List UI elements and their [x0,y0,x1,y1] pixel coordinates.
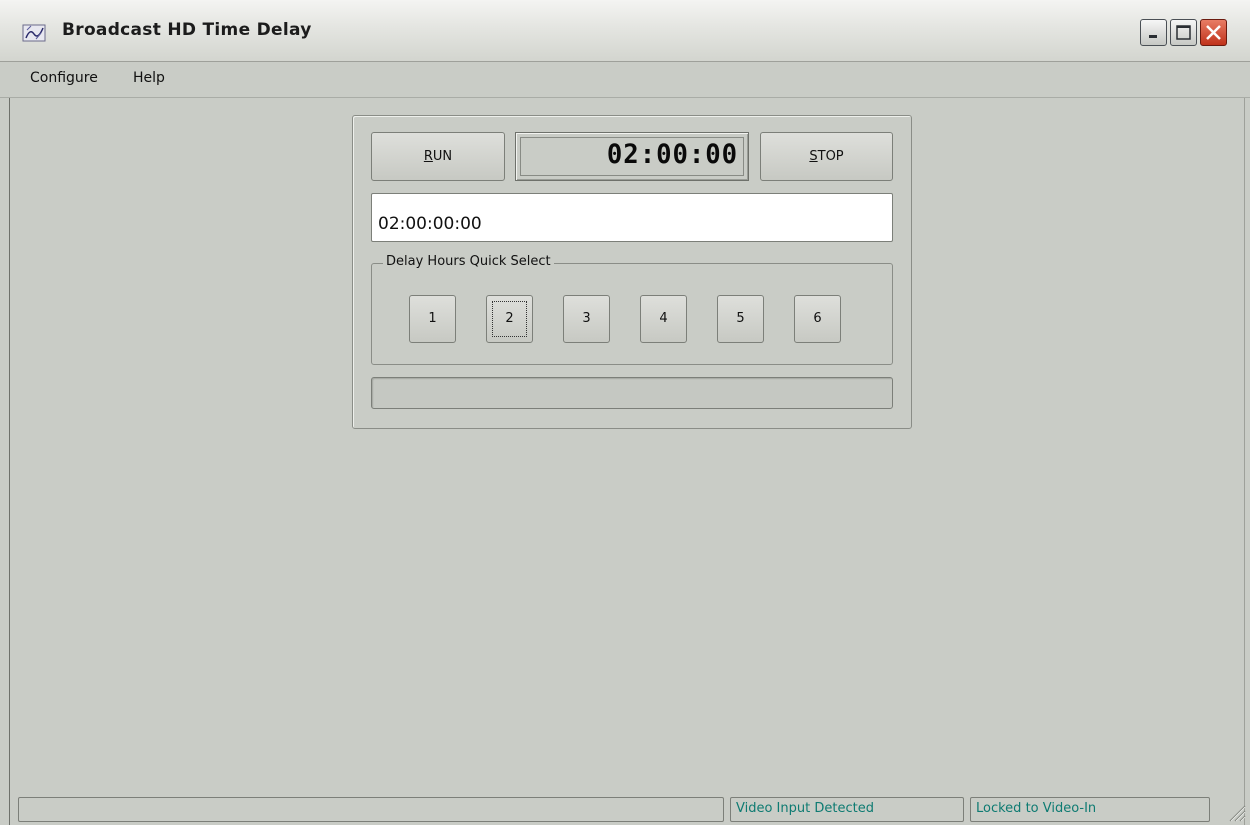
quick-select-4-button[interactable]: 4 [640,295,687,343]
close-icon [1206,25,1221,40]
delay-display-value: 02:00:00 [606,139,738,170]
progress-bar [371,377,893,409]
window-frame-left [9,98,10,825]
status-message [18,797,724,822]
maximize-button[interactable] [1170,19,1197,46]
minimize-icon [1149,35,1157,38]
delay-display: 02:00:00 [515,132,749,181]
close-button[interactable] [1200,19,1227,46]
quick-select-5-button[interactable]: 5 [717,295,764,343]
run-button-label: UN [432,149,453,164]
menu-bar: Configure Help [0,62,1250,98]
stop-button-label: TOP [817,149,844,164]
resize-grip-icon[interactable] [1226,802,1246,822]
maximize-icon [1176,25,1191,40]
window-frame-right [1244,98,1245,825]
minimize-button[interactable] [1140,19,1167,46]
quick-select-2-button[interactable]: 2 [486,295,533,343]
quick-select-label: Delay Hours Quick Select [383,254,554,269]
quick-select-1-button[interactable]: 1 [409,295,456,343]
quick-select-3-button[interactable]: 3 [563,295,610,343]
title-bar[interactable]: Broadcast HD Time Delay [0,0,1250,62]
app-window: Broadcast HD Time Delay Configure Help R… [0,0,1250,825]
stop-button-accel: S [809,149,818,164]
delay-time-input[interactable] [371,193,893,242]
menu-help[interactable]: Help [133,70,165,86]
stop-button[interactable]: STOP [760,132,893,181]
run-button-accel: R [423,149,433,164]
quick-select-6-button[interactable]: 6 [794,295,841,343]
run-button[interactable]: RUN [371,132,505,181]
status-video-input: Video Input Detected [730,797,964,822]
window-title: Broadcast HD Time Delay [62,20,312,40]
status-lock: Locked to Video-In [970,797,1210,822]
app-icon [22,24,46,42]
menu-configure[interactable]: Configure [30,70,98,86]
